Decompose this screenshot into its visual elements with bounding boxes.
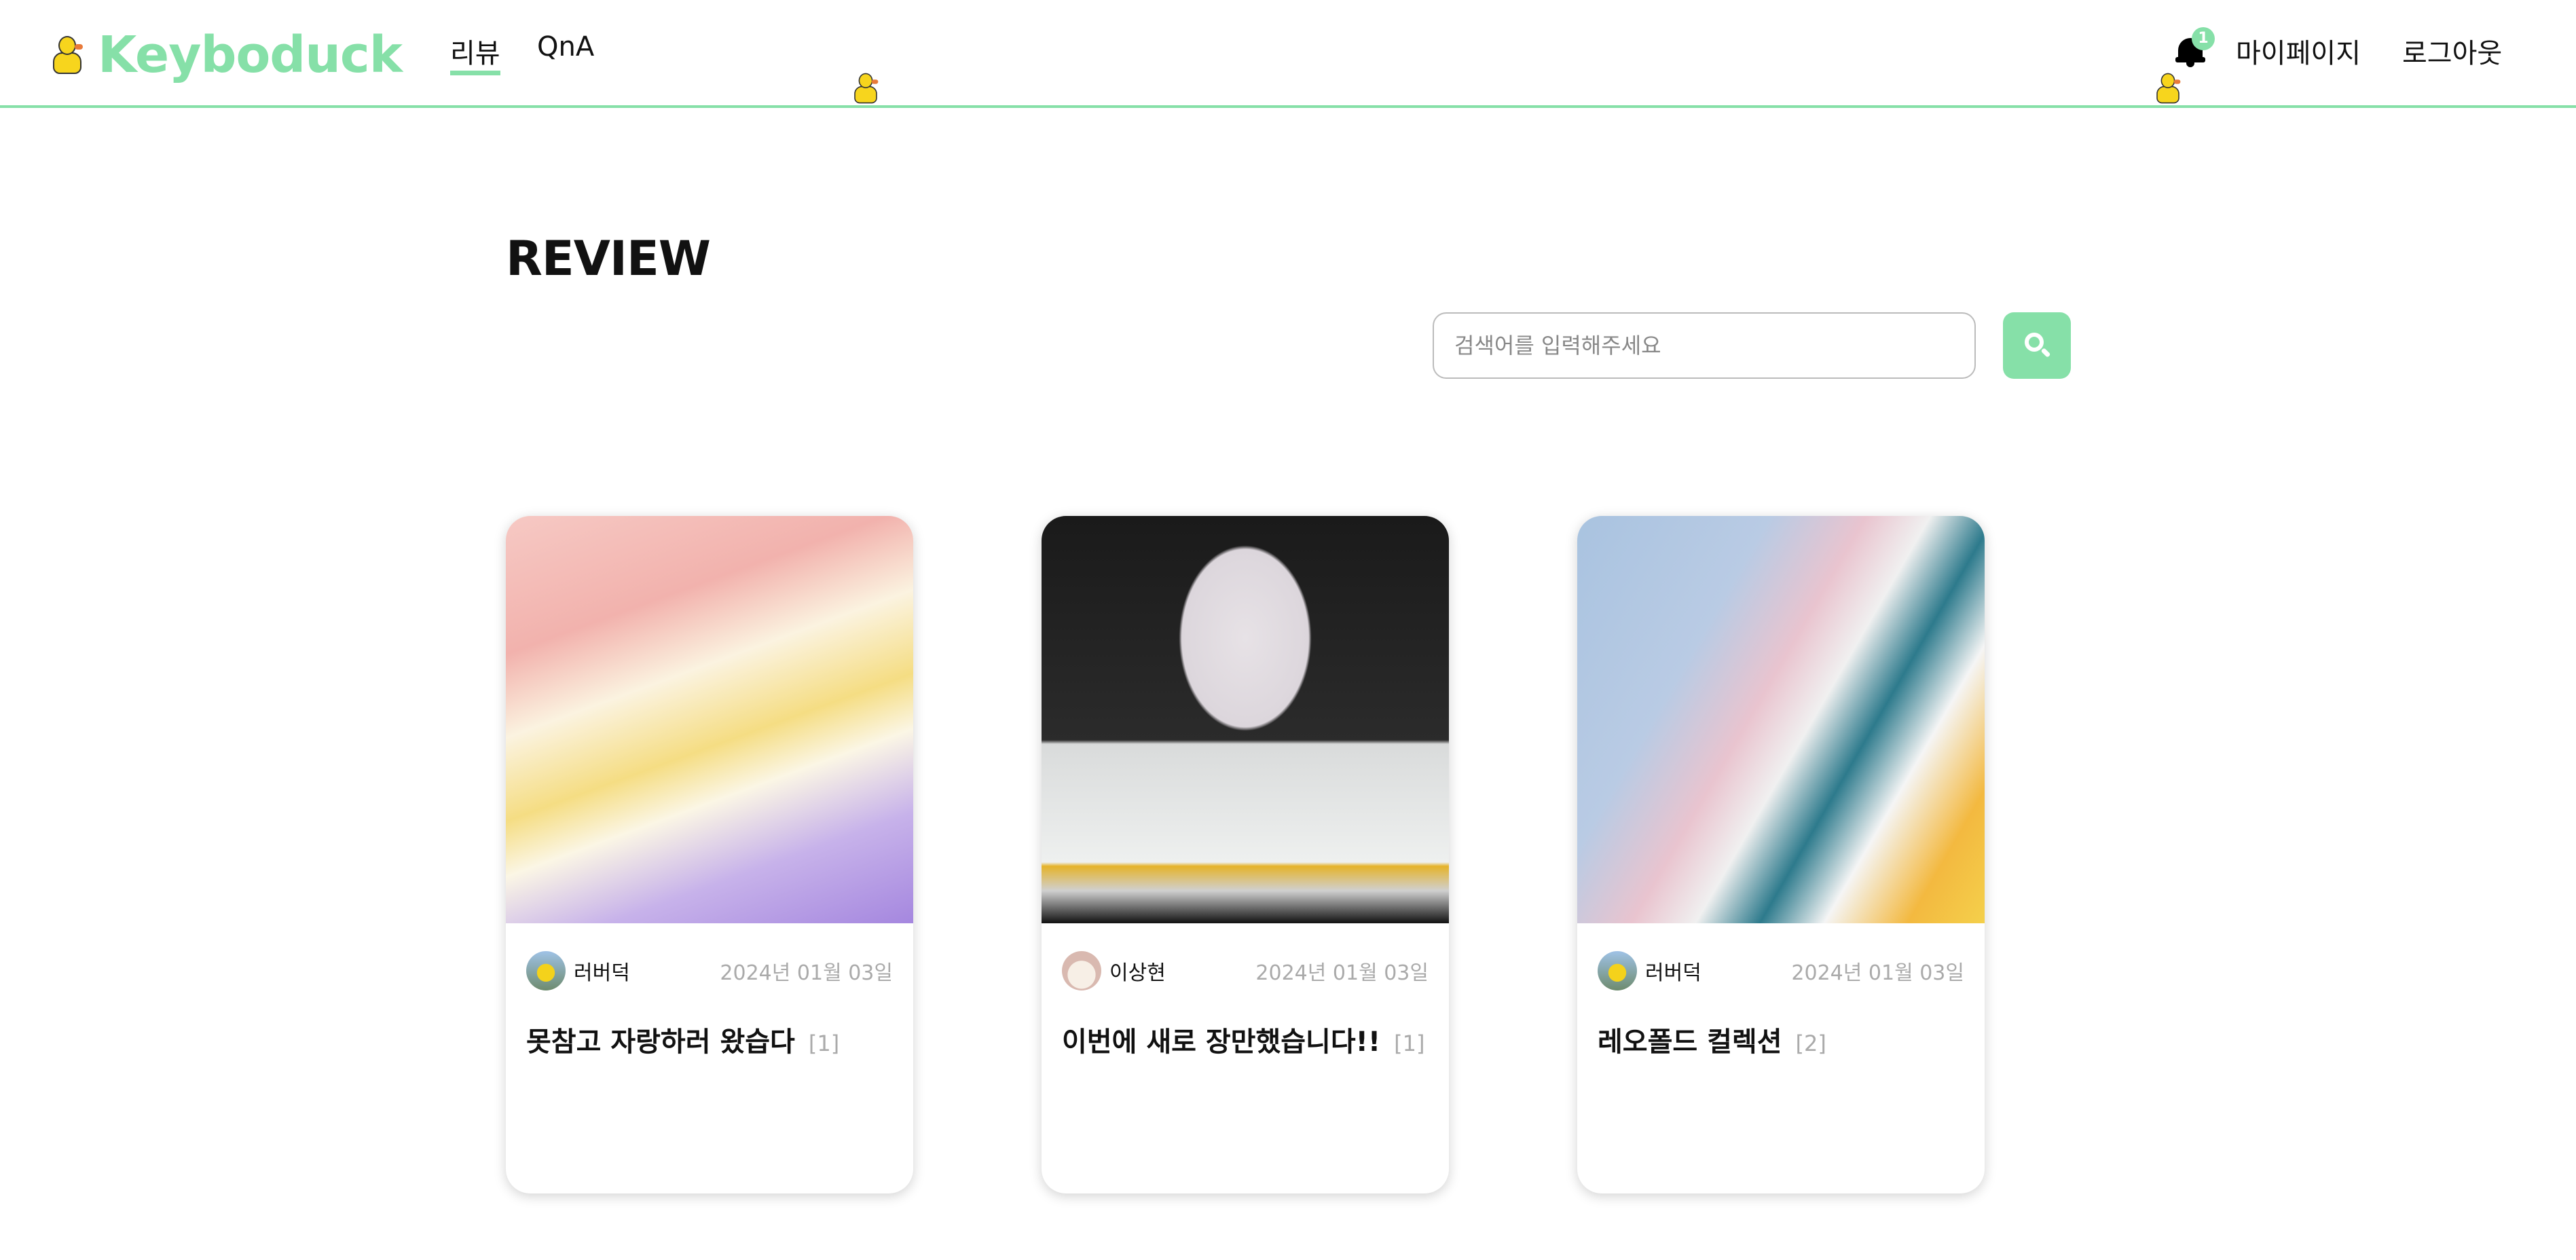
card-image: [506, 516, 913, 923]
author-name: 이상현: [1109, 961, 1166, 985]
card-title: 레오폴드 컬렉션: [1598, 1026, 1782, 1058]
review-card[interactable]: 이상현 2024년 01월 03일 이번에 새로 장만했습니다!! [1]: [1042, 516, 1449, 1193]
logo-text: Keyboduck: [98, 26, 403, 84]
nav-review[interactable]: 리뷰: [450, 31, 500, 75]
nav-qna[interactable]: QnA: [537, 31, 594, 62]
comment-count: [1]: [808, 1031, 840, 1056]
author-name: 러버덕: [574, 961, 630, 985]
duck-logo-icon: [50, 35, 84, 75]
logo[interactable]: Keyboduck: [50, 26, 403, 84]
review-card[interactable]: 러버덕 2024년 01월 03일 레오폴드 컬렉션 [2]: [1577, 516, 1985, 1193]
page-title: REVIEW: [506, 231, 711, 286]
card-image: [1042, 516, 1449, 923]
post-date: 2024년 01월 03일: [720, 961, 893, 985]
author-name: 러버덕: [1645, 961, 1701, 985]
post-date: 2024년 01월 03일: [1255, 961, 1429, 985]
notification-badge: 1: [2192, 27, 2215, 50]
avatar: [1062, 951, 1101, 990]
mypage-link[interactable]: 마이페이지: [2236, 31, 2361, 71]
comment-count: [1]: [1394, 1031, 1425, 1056]
duck-cursor-icon: [2154, 72, 2182, 105]
logout-link[interactable]: 로그아웃: [2402, 31, 2502, 71]
search-input[interactable]: [1433, 312, 1976, 379]
review-card[interactable]: 러버덕 2024년 01월 03일 못참고 자랑하러 왔습다 [1]: [506, 516, 913, 1193]
duck-cursor-icon: [852, 72, 879, 105]
card-image: [1577, 516, 1985, 923]
post-date: 2024년 01월 03일: [1791, 961, 1964, 985]
avatar: [1598, 951, 1637, 990]
comment-count: [2]: [1795, 1031, 1826, 1056]
avatar: [526, 951, 566, 990]
card-title: 이번에 새로 장만했습니다!!: [1062, 1026, 1381, 1058]
card-title: 못참고 자랑하러 왔습다: [526, 1026, 795, 1058]
search-button[interactable]: [2003, 312, 2071, 379]
header: Keyboduck 리뷰 QnA 1 마이페이지 로그아웃: [0, 0, 2576, 108]
